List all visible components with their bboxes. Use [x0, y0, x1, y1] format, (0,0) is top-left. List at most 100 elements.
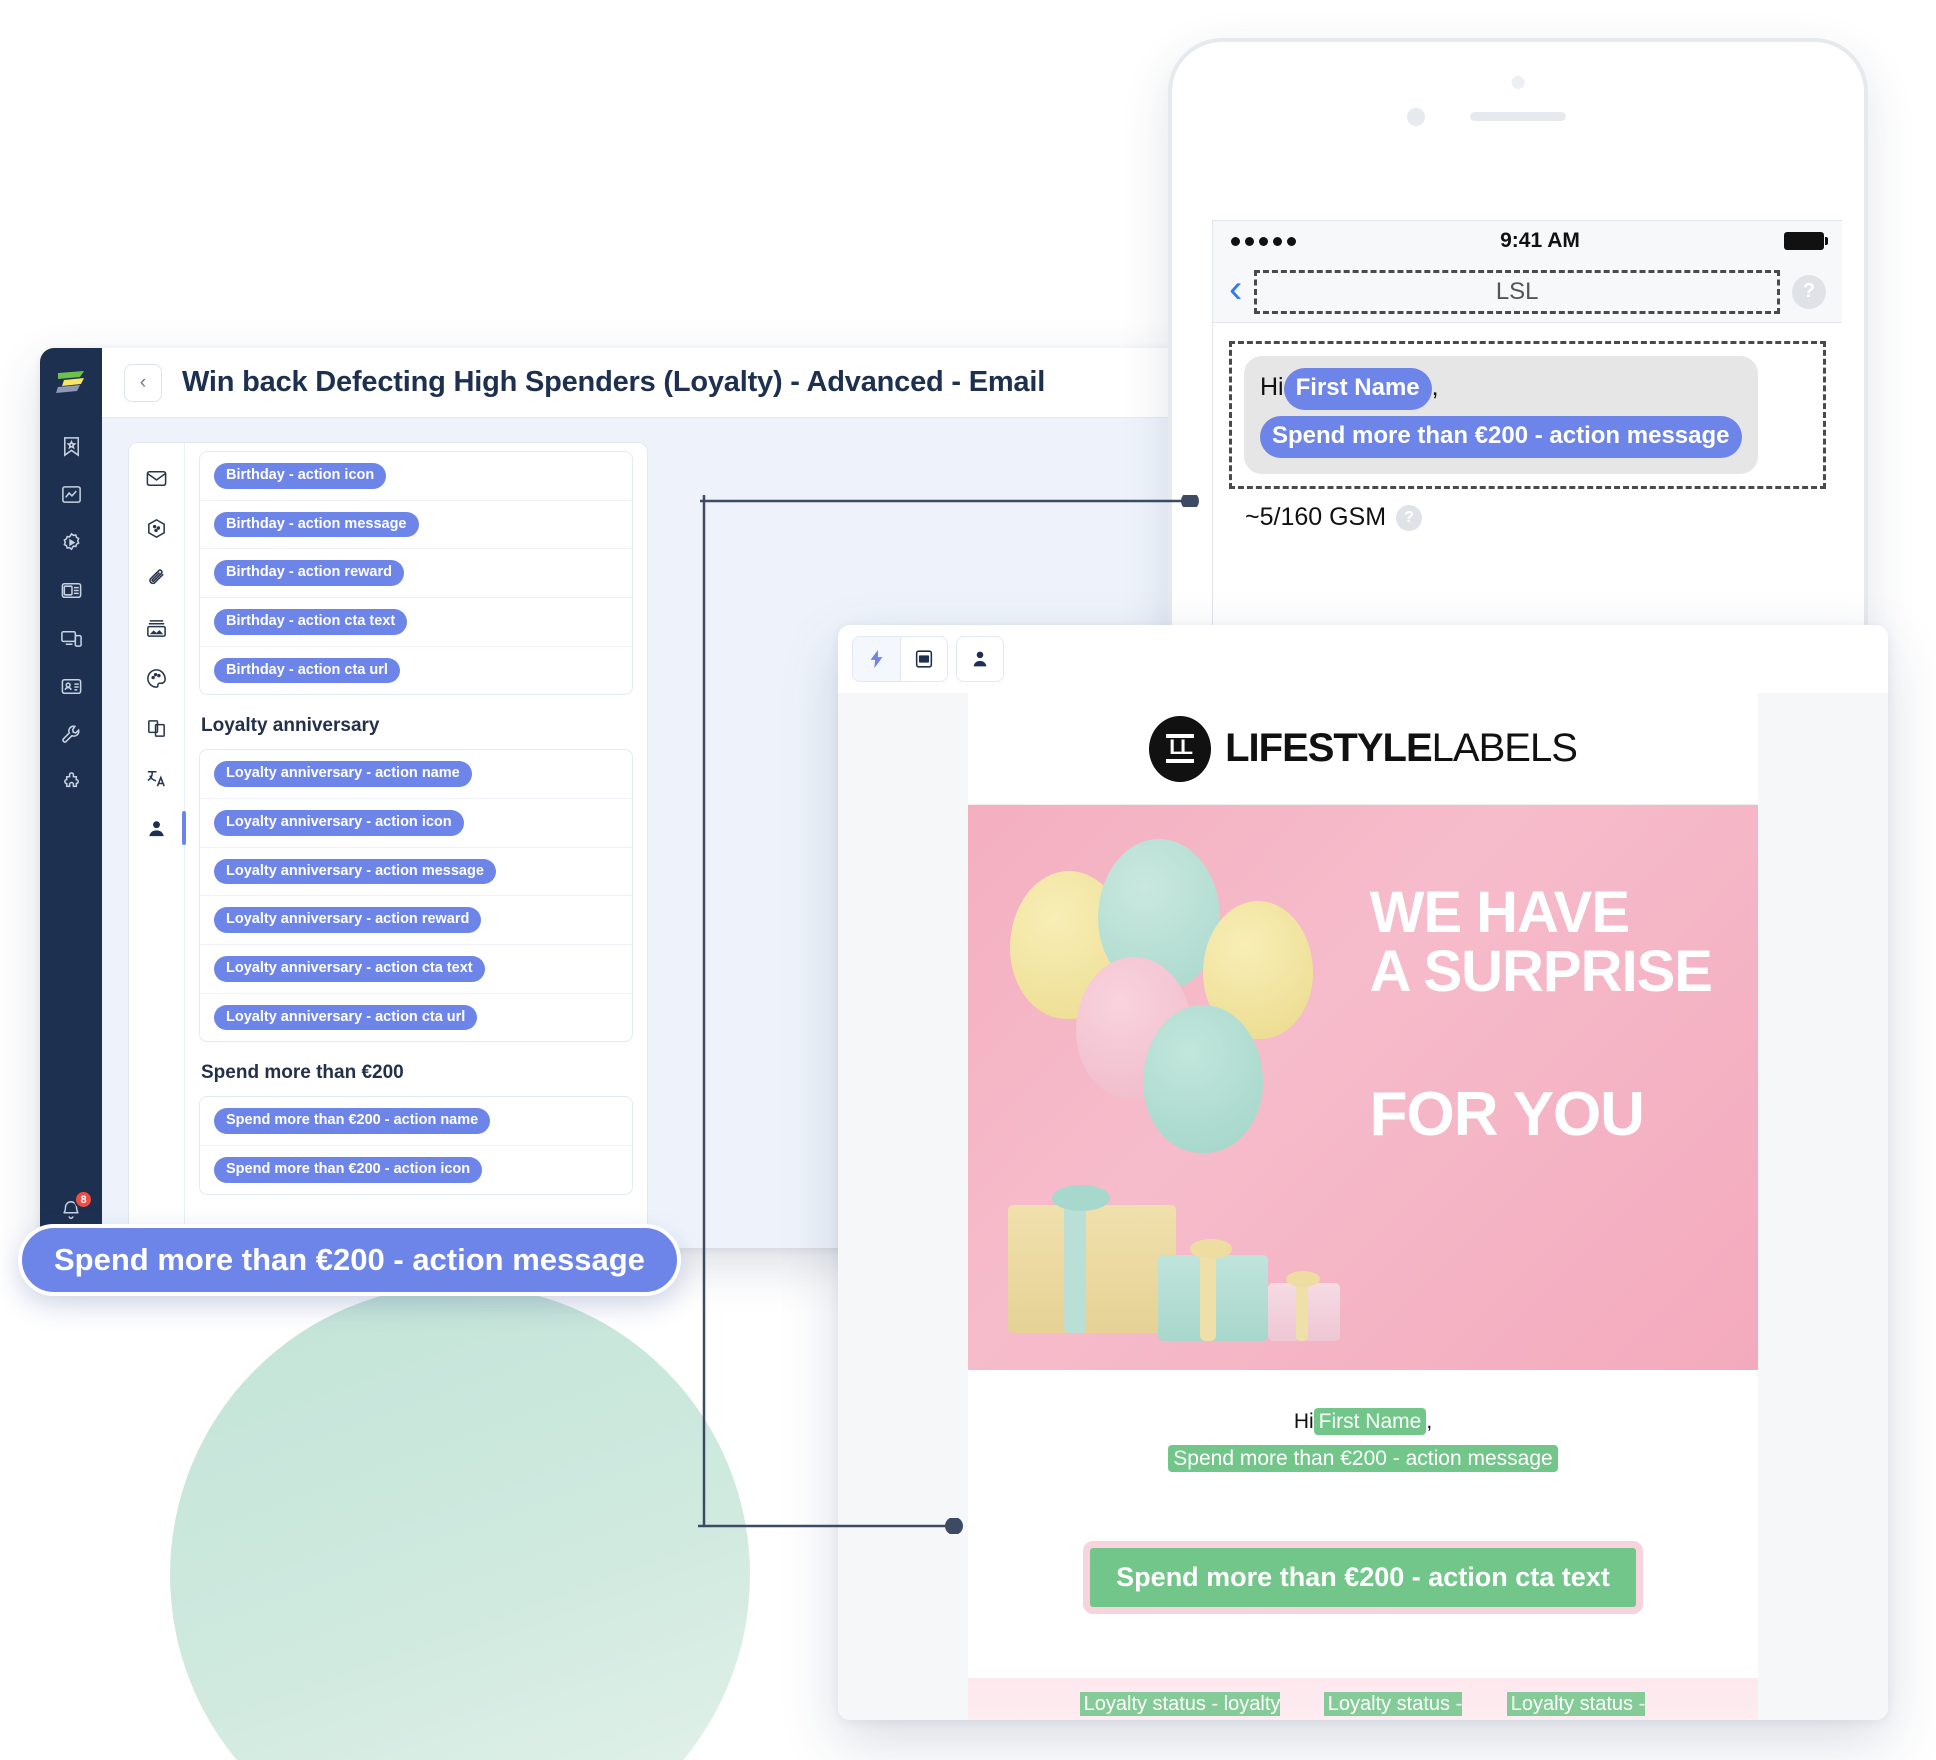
sms-message-chip: Spend more than €200 - action message [1260, 416, 1742, 458]
email-greeting-line: Hi First Name, [1008, 1406, 1718, 1439]
connector-vertical-left [698, 495, 710, 1530]
page-title: Win back Defecting High Spenders (Loyalt… [182, 366, 1046, 398]
email-preview-window: LL LIFESTYLELABELS WE HAVE A SURPRISE FO… [838, 625, 1888, 1720]
sidebar-item-analytics[interactable] [51, 470, 91, 518]
list-item[interactable]: Birthday - action reward [200, 549, 632, 599]
sidebar-item-contacts[interactable] [51, 662, 91, 710]
hero-line-2: A SURPRISE [1369, 939, 1713, 1005]
list-item[interactable]: Birthday - action message [200, 501, 632, 550]
panel-tab-strip [129, 443, 186, 1247]
brand-monogram: LL [1166, 734, 1194, 763]
email-greeting-suffix: , [1426, 1410, 1433, 1433]
brand-wordmark-bold: LIFESTYLE [1225, 726, 1433, 770]
phone-sensor [1511, 76, 1525, 89]
left-nav-rail: 8 [40, 348, 102, 1248]
gift-box-large [1008, 1205, 1176, 1333]
chip-token[interactable]: Loyalty anniversary - action cta url [214, 1004, 478, 1031]
status-points-token: Loyalty status - status points [1323, 1692, 1463, 1720]
email-cta-wrap: Spend more than €200 - action cta text [1008, 1541, 1718, 1615]
email-greeting-prefix: Hi [1293, 1410, 1314, 1433]
chip-token[interactable]: Spend more than €200 - action icon [214, 1157, 483, 1183]
gsm-help-icon[interactable]: ? [1396, 504, 1423, 531]
list-item[interactable]: Birthday - action icon [200, 452, 632, 501]
points-to-spend-col: Loyalty status - points to spend [1501, 1690, 1651, 1720]
phone-speaker [1470, 112, 1566, 121]
chip-token[interactable]: Birthday - action cta text [214, 609, 408, 635]
loyalty-status-token: Loyalty status - loyalty status [1079, 1692, 1281, 1720]
notification-badge: 8 [74, 1190, 93, 1209]
personalisation-list[interactable]: Birthday - action icon Birthday - action… [185, 443, 647, 1247]
sidebar-item-campaigns[interactable] [51, 422, 91, 470]
chip-token[interactable]: Loyalty anniversary - action name [214, 761, 472, 788]
app-logo-icon[interactable] [51, 356, 91, 408]
sidebar-item-content[interactable] [51, 566, 91, 614]
gift-ribbon-small [1296, 1283, 1308, 1341]
tab-attachment-icon[interactable] [136, 557, 178, 599]
chip-token[interactable]: Loyalty anniversary - action cta text [214, 956, 485, 982]
callout-chip: Spend more than €200 - action message [18, 1224, 681, 1296]
list-item[interactable]: Birthday - action cta text [200, 598, 632, 647]
sms-greeting-line: Hi First Name, [1260, 368, 1742, 410]
list-item[interactable]: Birthday - action cta url [200, 647, 632, 695]
brand-logo-icon: LL [1149, 715, 1212, 782]
sms-nav-bar: ‹ LSL ? [1213, 261, 1842, 323]
list-item[interactable]: Spend more than €200 - action icon [200, 1146, 632, 1194]
tab-image-library-icon[interactable] [136, 607, 178, 649]
contact-preview-icon[interactable] [956, 636, 1004, 682]
sms-sender-name: LSL [1254, 269, 1780, 314]
desktop-preview-icon[interactable] [900, 636, 948, 682]
gsm-counter-row: ~5/160 GSM ? [1229, 489, 1826, 546]
sms-body: Hi First Name, Spend more than €200 - act… [1213, 323, 1842, 546]
chip-token[interactable]: Birthday - action reward [214, 560, 404, 587]
chip-token[interactable]: Loyalty anniversary - action icon [214, 810, 464, 836]
help-icon[interactable]: ? [1792, 274, 1826, 309]
list-item[interactable]: Loyalty anniversary - action icon [200, 799, 632, 848]
tab-blocks-icon[interactable] [136, 507, 178, 549]
tab-personalisation-icon[interactable] [136, 807, 186, 849]
brand-wordmark: LIFESTYLELABELS [1225, 726, 1578, 771]
back-button[interactable]: ‹ [124, 363, 162, 402]
hero-line-1: WE HAVE [1369, 880, 1630, 945]
gift-ribbon-large [1064, 1205, 1086, 1333]
status-time: 9:41 AM [1500, 229, 1580, 252]
email-document: LL LIFESTYLELABELS WE HAVE A SURPRISE FO… [968, 693, 1758, 1720]
list-item[interactable]: Loyalty anniversary - action cta url [200, 994, 632, 1042]
chip-token[interactable]: Loyalty anniversary - action reward [214, 907, 482, 934]
email-preview-toolbar [838, 625, 1888, 693]
list-item[interactable]: Loyalty anniversary - action cta text [200, 945, 632, 994]
list-item[interactable]: Loyalty anniversary - action message [200, 848, 632, 897]
chip-token[interactable]: Loyalty anniversary - action message [214, 858, 496, 885]
lightning-bolt-icon[interactable] [852, 636, 900, 682]
email-cta-button[interactable]: Spend more than €200 - action cta text [1083, 1541, 1643, 1615]
chip-token[interactable]: Birthday - action cta url [214, 657, 400, 684]
email-body: Hi First Name, Spend more than €200 - act… [968, 1370, 1758, 1615]
sidebar-item-channels[interactable] [51, 614, 91, 662]
chip-token[interactable]: Birthday - action icon [214, 463, 387, 489]
gift-bow-large [1052, 1185, 1110, 1211]
list-item[interactable]: Loyalty anniversary - action reward [200, 896, 632, 946]
connector-to-email [698, 1518, 968, 1534]
sidebar-item-integrations[interactable] [51, 758, 91, 806]
tab-palette-icon[interactable] [136, 657, 178, 699]
chip-token[interactable]: Spend more than €200 - action name [214, 1108, 491, 1135]
sms-first-name-chip: First Name [1283, 368, 1432, 410]
tab-layers-icon[interactable] [136, 707, 178, 749]
status-points-col: Loyalty status - status points [1313, 1690, 1473, 1720]
personalisation-panel: Birthday - action icon Birthday - action… [128, 442, 648, 1248]
sidebar-item-tools[interactable] [51, 710, 91, 758]
chip-token[interactable]: Birthday - action message [214, 511, 419, 538]
balloon-mint-bottom [1143, 1005, 1263, 1153]
back-chevron-icon[interactable]: ‹ [1229, 269, 1242, 309]
phone-camera [1407, 108, 1425, 126]
title-bar: ‹ Win back Defecting High Spenders (Loya… [102, 348, 1200, 418]
notifications-bell-icon[interactable]: 8 [60, 1190, 93, 1226]
list-item[interactable]: Loyalty anniversary - action name [200, 750, 632, 800]
sidebar-item-automation[interactable] [51, 518, 91, 566]
tab-email-icon[interactable] [136, 457, 178, 499]
sms-greeting-suffix: , [1431, 373, 1439, 401]
tab-translate-icon[interactable] [136, 757, 178, 799]
email-message-token: Spend more than €200 - action message [1168, 1444, 1558, 1472]
signal-dots-icon [1231, 236, 1296, 246]
phone-mockup: 9:41 AM ‹ LSL ? Hi First Name, Spend more… [1168, 38, 1868, 643]
list-item[interactable]: Spend more than €200 - action name [200, 1097, 632, 1147]
